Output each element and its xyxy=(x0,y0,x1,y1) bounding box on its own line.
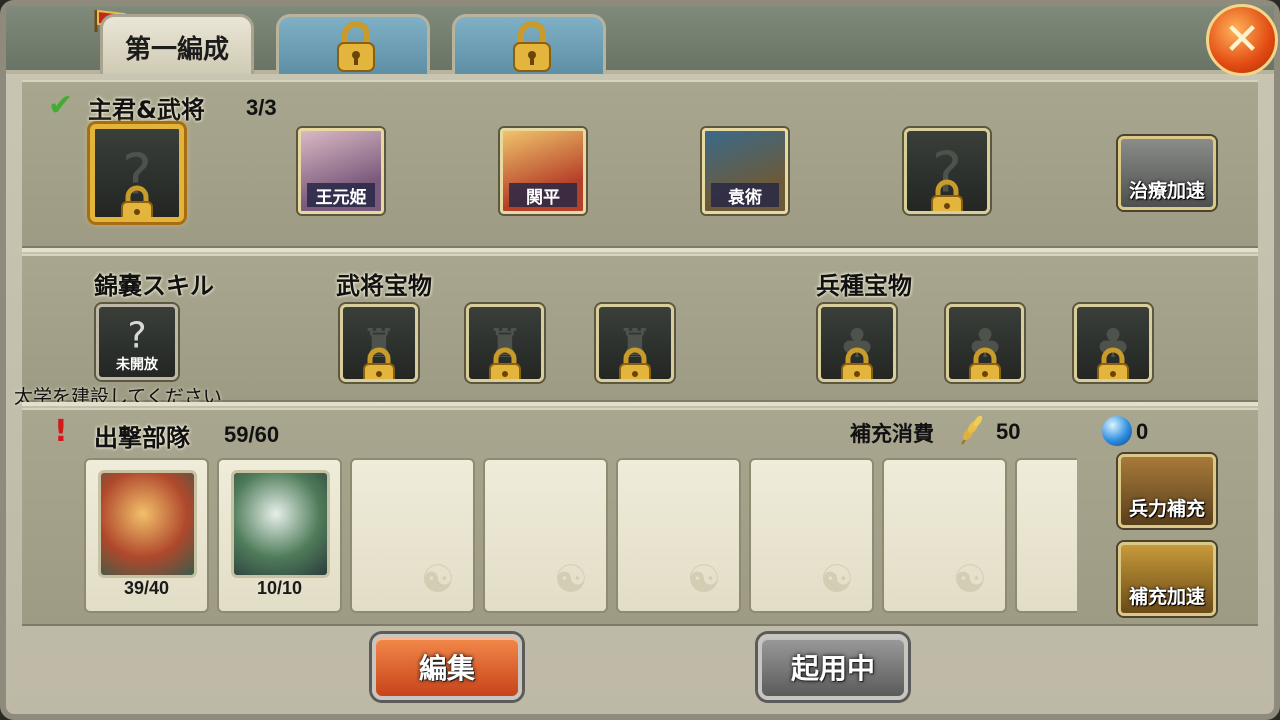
troop-refill-button[interactable]: 兵力補充 xyxy=(1118,454,1216,528)
general-slot-locked[interactable]: ? xyxy=(904,128,990,214)
close-icon: ✕ xyxy=(1223,14,1261,65)
troop-quantity: 10/10 xyxy=(256,578,303,598)
check-icon: ✔ xyxy=(48,88,74,123)
dragon-watermark-icon: ☯ xyxy=(819,557,854,601)
skill-slot-label: 未開放 xyxy=(116,357,158,373)
tab-formation-3-locked[interactable] xyxy=(452,14,606,74)
lord-section-title: 主君&武将 xyxy=(88,96,205,124)
general-portrait-yuan-shu[interactable]: 袁術 xyxy=(702,128,788,214)
lord-generals-panel xyxy=(22,80,1258,248)
refill-speed-label: 補充加速 xyxy=(1128,586,1205,608)
troop-unit-image xyxy=(231,470,330,578)
unit-treasure-slot-locked[interactable]: ♣ xyxy=(1074,304,1152,382)
lord-slot-locked[interactable]: ? xyxy=(90,124,184,222)
tab-formation-2-locked[interactable] xyxy=(276,14,430,74)
lock-icon xyxy=(513,21,551,72)
general-portrait-wang-yuanji[interactable]: 王元姫 xyxy=(298,128,384,214)
skill-slot[interactable]: ? 未開放 xyxy=(96,304,178,380)
dragon-watermark-icon: ☯ xyxy=(686,557,721,601)
active-status-label: 起用中 xyxy=(790,652,875,685)
unit-treasure-slot-locked[interactable]: ♣ xyxy=(946,304,1024,382)
gem-value: 0 xyxy=(1136,419,1149,444)
general-treasure-slot-locked[interactable]: ♜ xyxy=(466,304,544,382)
heal-speed-button[interactable]: 治療加速 xyxy=(1118,136,1216,210)
lock-icon xyxy=(969,347,1001,379)
lock-icon xyxy=(121,185,153,217)
general-treasure-slot-locked[interactable]: ♜ xyxy=(340,304,418,382)
troop-slot-1[interactable]: 39/40 xyxy=(84,458,209,613)
general-portrait-guan-ping[interactable]: 関平 xyxy=(500,128,586,214)
lock-icon xyxy=(489,347,521,379)
tab-formation-1[interactable]: 第一編成 xyxy=(100,14,254,74)
general-treasure-slot-locked[interactable]: ♜ xyxy=(596,304,674,382)
troop-slot-empty[interactable]: ☯ xyxy=(882,458,1007,613)
refill-speed-button[interactable]: 補充加速 xyxy=(1118,542,1216,616)
troop-slot-empty[interactable] xyxy=(1015,458,1077,613)
heal-speed-label: 治療加速 xyxy=(1128,180,1205,202)
lock-icon xyxy=(841,347,873,379)
troop-slot-empty[interactable]: ☯ xyxy=(350,458,475,613)
unit-treasure-slot-locked[interactable]: ♣ xyxy=(818,304,896,382)
troop-slot-empty[interactable]: ☯ xyxy=(749,458,874,613)
divider xyxy=(22,402,1258,406)
general-name: 関平 xyxy=(509,183,577,208)
dragon-watermark-icon: ☯ xyxy=(420,557,455,601)
divider xyxy=(22,248,1258,252)
refill-cost-value: 50 xyxy=(996,419,1021,444)
troop-unit-image xyxy=(98,470,197,578)
refill-cost-label: 補充消費 xyxy=(850,422,934,446)
lord-count: 3/3 xyxy=(246,95,277,120)
general-treasure-title: 武将宝物 xyxy=(336,272,432,300)
unit-treasure-title: 兵種宝物 xyxy=(816,272,912,300)
general-name: 袁術 xyxy=(711,183,779,208)
active-status-button[interactable]: 起用中 xyxy=(758,634,908,700)
lock-icon xyxy=(337,21,375,72)
close-button[interactable]: ✕ xyxy=(1206,4,1278,76)
troop-quantity: 39/40 xyxy=(123,578,170,598)
troop-slot-empty[interactable]: ☯ xyxy=(616,458,741,613)
troop-slot-empty[interactable]: ☯ xyxy=(483,458,608,613)
lock-icon xyxy=(931,179,963,211)
troop-slot-2[interactable]: 10/10 xyxy=(217,458,342,613)
dragon-watermark-icon: ☯ xyxy=(952,557,987,601)
lock-icon xyxy=(619,347,651,379)
general-name: 王元姫 xyxy=(307,183,375,208)
gem-icon xyxy=(1102,416,1132,446)
question-icon: ? xyxy=(127,315,147,357)
troops-title: 出撃部隊 xyxy=(94,424,190,452)
troops-count: 59/60 xyxy=(224,422,280,447)
skill-section-title: 錦嚢スキル xyxy=(94,272,214,300)
lock-icon xyxy=(1097,347,1129,379)
tab-label: 第一編成 xyxy=(124,35,229,65)
edit-button[interactable]: 編集 xyxy=(372,634,522,700)
wheat-icon xyxy=(961,415,983,445)
dragon-watermark-icon: ☯ xyxy=(553,557,588,601)
lock-icon xyxy=(363,347,395,379)
alert-icon: ! xyxy=(54,414,68,449)
troop-refill-label: 兵力補充 xyxy=(1128,498,1205,520)
edit-button-label: 編集 xyxy=(418,652,475,685)
